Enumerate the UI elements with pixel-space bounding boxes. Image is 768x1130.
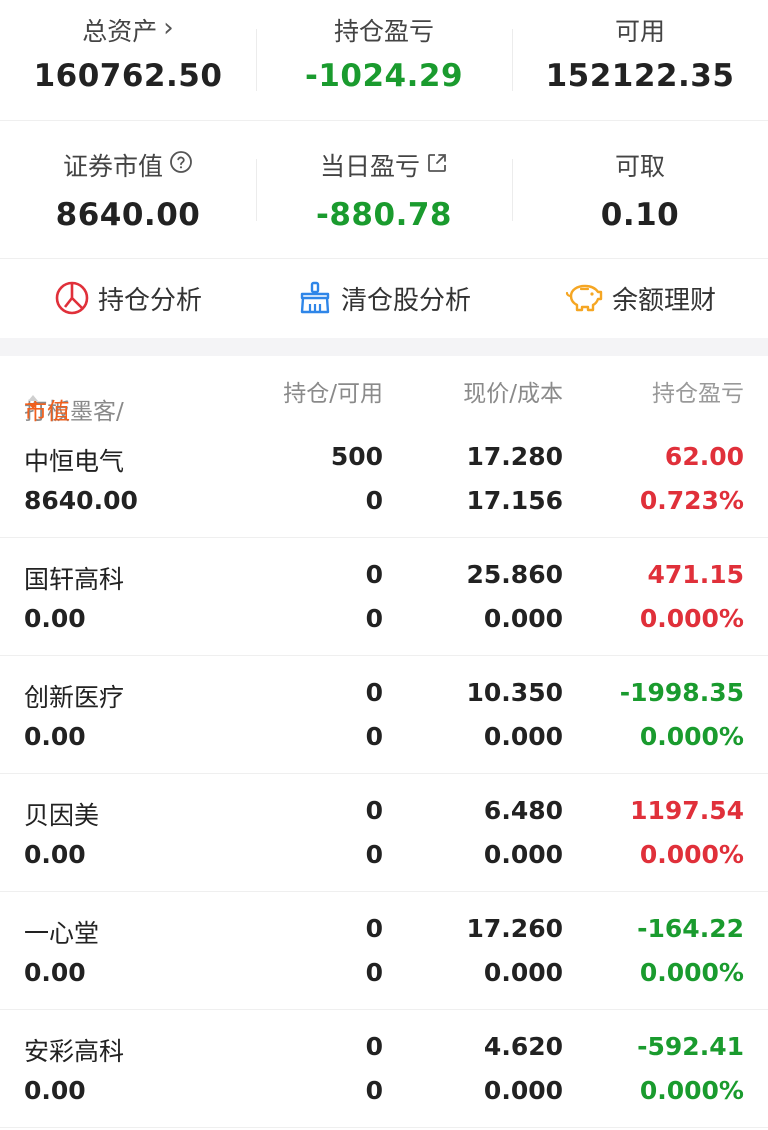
broom-icon (297, 280, 333, 316)
stock-pnl: -1998.35 (619, 678, 744, 707)
stock-available: 0 (365, 840, 383, 869)
table-row[interactable]: 创新医疗 0.00 0 0 10.350 0.000 -1998.35 0.00… (0, 656, 768, 774)
position-pnl-cell: 持仓盈亏 -1024.29 (256, 0, 512, 120)
stock-name: 中恒电气 (24, 447, 125, 476)
stock-market-value: 8640.00 (24, 486, 138, 515)
stock-market-value: 0.00 (24, 840, 86, 869)
stock-position: 0 (365, 678, 383, 707)
piggy-bank-icon (564, 280, 604, 316)
daily-pnl-label: 当日盈亏 (319, 152, 420, 181)
stock-position: 0 (365, 796, 383, 825)
stock-cost: 0.000 (483, 840, 563, 869)
stock-pnl-percent: 0.000% (639, 840, 744, 869)
stock-price: 6.480 (483, 796, 563, 825)
cleared-stock-analysis-label: 清仓股分析 (340, 285, 471, 316)
balance-wealth-label: 余额理财 (611, 285, 716, 316)
available-label: 可用 (614, 17, 665, 46)
holdings-table-header: 打板墨客/市值 持仓/可用 现价/成本 持仓盈亏 (0, 356, 768, 425)
daily-pnl-cell[interactable]: 当日盈亏 -880.78 (256, 121, 512, 258)
withdrawable-cell: 可取 0.10 (512, 121, 768, 258)
column-header-position: 持仓/可用 (283, 381, 383, 407)
external-link-icon[interactable] (426, 151, 448, 180)
table-row[interactable]: 贝因美 0.00 0 0 6.480 0.000 1197.54 0.000% (0, 774, 768, 892)
holdings-table-body: 中恒电气 8640.00 500 0 17.280 17.156 62.00 0… (0, 420, 768, 1128)
stock-price: 10.350 (466, 678, 563, 707)
stock-position: 0 (365, 1032, 383, 1061)
position-pnl-label: 持仓盈亏 (333, 17, 434, 46)
chevron-right-icon: › (163, 13, 174, 43)
available-value: 152122.35 (545, 58, 735, 94)
sort-desc-icon[interactable] (26, 392, 40, 412)
stock-available: 0 (365, 722, 383, 751)
withdrawable-label: 可取 (614, 152, 665, 181)
stock-market-value: 0.00 (24, 1076, 86, 1105)
pie-chart-icon (54, 280, 90, 316)
stock-pnl: 471.15 (647, 560, 744, 589)
stock-market-value: 0.00 (24, 722, 86, 751)
stock-pnl-percent: 0.000% (639, 604, 744, 633)
stock-name: 贝因美 (24, 801, 100, 830)
total-assets-label: 总资产 (82, 17, 158, 46)
stock-cost: 0.000 (483, 604, 563, 633)
stock-name: 创新医疗 (24, 683, 125, 712)
position-analysis-button[interactable]: 持仓分析 (0, 280, 256, 317)
stock-cost: 0.000 (483, 1076, 563, 1105)
stock-available: 0 (365, 486, 383, 515)
total-assets-value: 160762.50 (33, 58, 223, 94)
stock-price: 4.620 (483, 1032, 563, 1061)
stock-pnl: -164.22 (637, 914, 744, 943)
withdrawable-value: 0.10 (600, 197, 680, 233)
account-summary-row-1: 总资产 › 160762.50 持仓盈亏 -1024.29 可用 152122.… (0, 0, 768, 120)
total-assets-label-wrap: 总资产 › (82, 12, 173, 48)
stock-pnl: 1197.54 (630, 796, 744, 825)
stock-name: 国轩高科 (24, 565, 125, 594)
available-cell: 可用 152122.35 (512, 0, 768, 120)
stock-pnl-percent: 0.000% (639, 1076, 744, 1105)
cleared-stock-analysis-button[interactable]: 清仓股分析 (256, 280, 512, 317)
stock-market-value: 0.00 (24, 604, 86, 633)
stock-pnl: 62.00 (664, 442, 744, 471)
stock-pnl-percent: 0.000% (639, 722, 744, 751)
table-row[interactable]: 中恒电气 8640.00 500 0 17.280 17.156 62.00 0… (0, 420, 768, 538)
column-header-price: 现价/成本 (463, 381, 563, 407)
column-header-pnl: 持仓盈亏 (652, 381, 744, 407)
table-row[interactable]: 国轩高科 0.00 0 0 25.860 0.000 471.15 0.000% (0, 538, 768, 656)
quick-actions: 持仓分析 清仓股分析 余额理财 (0, 258, 768, 338)
total-assets-cell[interactable]: 总资产 › 160762.50 (0, 0, 256, 120)
stock-cost: 0.000 (483, 958, 563, 987)
stock-pnl-percent: 0.723% (639, 486, 744, 515)
stock-position: 0 (365, 560, 383, 589)
stock-name: 安彩高科 (24, 1037, 125, 1066)
market-value-cell: 证券市值 8640.00 (0, 121, 256, 258)
stock-available: 0 (365, 604, 383, 633)
position-analysis-label: 持仓分析 (97, 285, 202, 316)
market-value-label: 证券市值 (62, 152, 163, 181)
table-row[interactable]: 安彩高科 0.00 0 0 4.620 0.000 -592.41 0.000% (0, 1010, 768, 1128)
stock-available: 0 (365, 958, 383, 987)
balance-wealth-button[interactable]: 余额理财 (512, 280, 768, 317)
daily-pnl-value: -880.78 (316, 197, 452, 233)
market-value-value: 8640.00 (55, 197, 201, 233)
stock-pnl-percent: 0.000% (639, 958, 744, 987)
section-gap (0, 338, 768, 356)
stock-price: 17.260 (466, 914, 563, 943)
stock-cost: 0.000 (483, 722, 563, 751)
stock-price: 25.860 (466, 560, 563, 589)
table-row[interactable]: 一心堂 0.00 0 0 17.260 0.000 -164.22 0.000% (0, 892, 768, 1010)
stock-available: 0 (365, 1076, 383, 1105)
help-icon[interactable] (169, 150, 193, 180)
position-pnl-value: -1024.29 (304, 58, 464, 94)
stock-price: 17.280 (466, 442, 563, 471)
stock-position: 0 (365, 914, 383, 943)
account-summary-row-2: 证券市值 8640.00 当日盈亏 -880.78 可取 0.10 (0, 121, 768, 258)
stock-position: 500 (330, 442, 383, 471)
stock-name: 一心堂 (24, 919, 100, 948)
stock-cost: 17.156 (466, 486, 563, 515)
stock-pnl: -592.41 (637, 1032, 744, 1061)
stock-market-value: 0.00 (24, 958, 86, 987)
